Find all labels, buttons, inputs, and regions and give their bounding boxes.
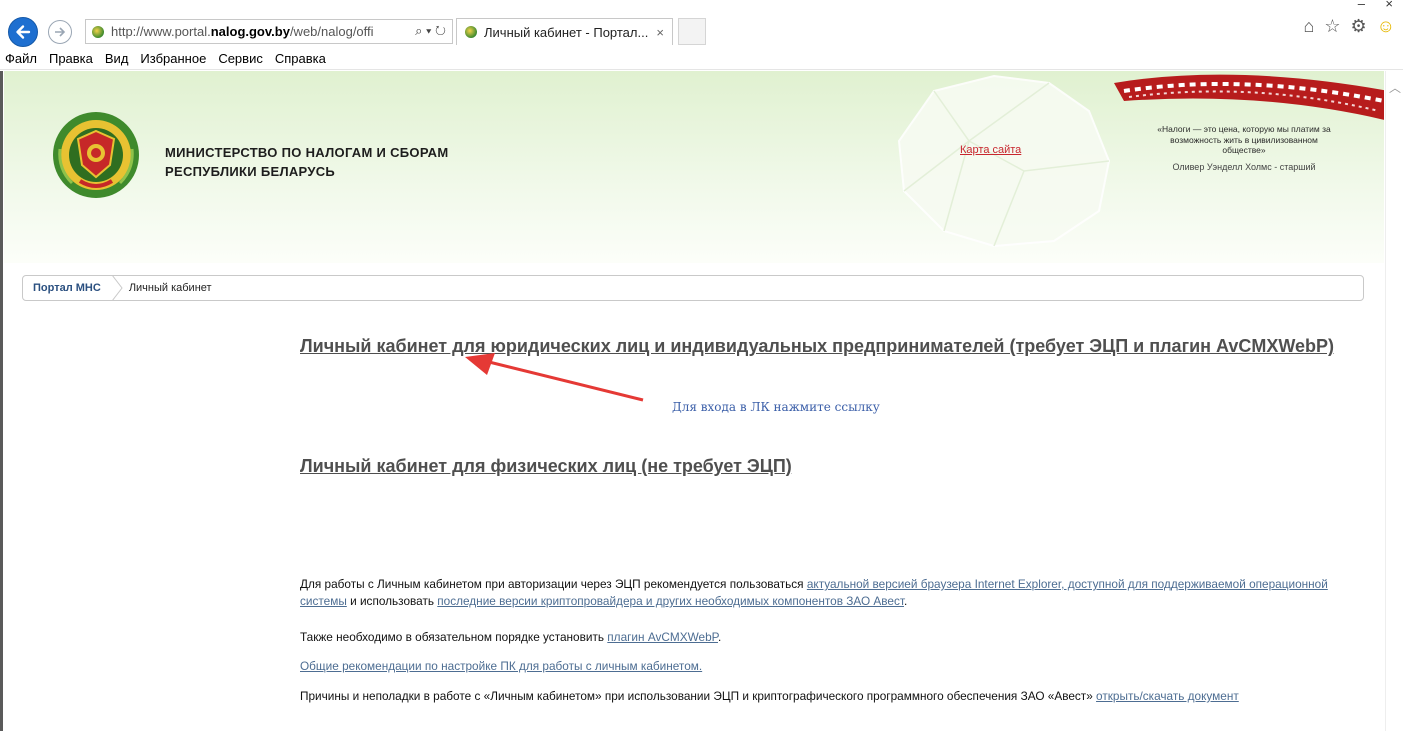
menu-view[interactable]: Вид bbox=[105, 51, 129, 66]
sitemap-link[interactable]: Карта сайта bbox=[960, 144, 1021, 156]
tab-favicon bbox=[465, 26, 477, 38]
info-paragraph-troubleshooting: Причины и неполадки в работе с «Личным к… bbox=[300, 688, 1370, 705]
menu-help[interactable]: Справка bbox=[275, 51, 326, 66]
arrow-right-icon bbox=[55, 27, 66, 37]
site-favicon bbox=[92, 25, 104, 38]
individual-cabinet-link[interactable]: Личный кабинет для физических лиц (не тр… bbox=[300, 453, 792, 479]
menu-bar: Файл Правка Вид Избранное Сервис Справка bbox=[0, 48, 1403, 70]
menu-favorites[interactable]: Избранное bbox=[140, 51, 206, 66]
site-header: МИНИСТЕРСТВО ПО НАЛОГАМ И СБОРАМ РЕСПУБЛ… bbox=[4, 71, 1384, 263]
home-icon[interactable]: ⌂ bbox=[1303, 16, 1314, 37]
login-hint-text: Для входа в ЛК нажмите ссылку bbox=[672, 400, 880, 414]
info4-text-a: Причины и неполадки в работе с «Личным к… bbox=[300, 689, 1097, 703]
belarus-map-graphic bbox=[897, 74, 1111, 248]
red-pointer-arrow bbox=[465, 353, 644, 402]
address-url: http://www.portal.nalog.gov.by/web/nalog… bbox=[111, 24, 374, 39]
address-bar-icons[interactable]: ⌕ ▾ ↻ bbox=[412, 23, 446, 39]
info1-text-c: . bbox=[904, 594, 908, 608]
browser-toolbar-icons: ⌂ ☆ ⚙ ☺ bbox=[1303, 16, 1395, 37]
ministry-title-line1: МИНИСТЕРСТВО ПО НАЛОГАМ И СБОРАМ bbox=[165, 145, 449, 160]
info2-text-a: Также необходимо в обязательном порядке … bbox=[300, 630, 608, 644]
minimize-icon[interactable]: – bbox=[1358, 0, 1365, 11]
breadcrumb-current: Личный кабинет bbox=[128, 282, 212, 294]
header-quote-author: Оливер Уэнделл Холмс - старший bbox=[1172, 162, 1316, 172]
menu-file[interactable]: Файл bbox=[5, 51, 37, 66]
settings-gear-icon[interactable]: ⚙ bbox=[1350, 16, 1366, 37]
close-window-icon[interactable]: × bbox=[1385, 0, 1393, 11]
window-edge bbox=[0, 71, 3, 731]
pc-setup-recommendations-link[interactable]: Общие рекомендации по настройке ПК для р… bbox=[300, 659, 702, 673]
breadcrumb-separator-icon bbox=[111, 275, 123, 301]
header-quote: «Налоги — это цена, которую мы платим за… bbox=[1157, 124, 1331, 155]
back-button[interactable] bbox=[8, 17, 38, 47]
info1-text-b: и использовать bbox=[346, 594, 438, 608]
browser-chrome: http://www.portal.nalog.gov.by/web/nalog… bbox=[0, 0, 1403, 48]
info-paragraph-plugin: Также необходимо в обязательном порядке … bbox=[300, 629, 1370, 646]
menu-tools[interactable]: Сервис bbox=[218, 51, 263, 66]
vertical-scrollbar[interactable]: ︿ bbox=[1385, 71, 1403, 731]
menu-edit[interactable]: Правка bbox=[49, 51, 93, 66]
breadcrumb-home-link[interactable]: Портал МНС bbox=[23, 276, 111, 300]
tab-close-icon[interactable]: × bbox=[656, 25, 664, 40]
info-paragraph-browser: Для работы с Личным кабинетом при автори… bbox=[300, 576, 1370, 610]
info1-text-a: Для работы с Личным кабинетом при автори… bbox=[300, 577, 807, 591]
breadcrumb: Портал МНС Личный кабинет bbox=[22, 275, 1364, 301]
arrow-left-icon bbox=[16, 25, 31, 39]
crypto-provider-link[interactable]: последние версии криптопровайдера и друг… bbox=[437, 594, 904, 608]
new-tab-button[interactable] bbox=[678, 18, 706, 45]
page-viewport: МИНИСТЕРСТВО ПО НАЛОГАМ И СБОРАМ РЕСПУБЛ… bbox=[0, 71, 1403, 731]
plugin-link[interactable]: плагин AvCMXWebP bbox=[607, 630, 718, 644]
ministry-title: МИНИСТЕРСТВО ПО НАЛОГАМ И СБОРАМ РЕСПУБЛ… bbox=[165, 143, 448, 181]
forward-button[interactable] bbox=[48, 20, 72, 44]
info-paragraph-recommendations: Общие рекомендации по настройке ПК для р… bbox=[300, 658, 1370, 675]
ministry-title-line2: РЕСПУБЛИКИ БЕЛАРУСЬ bbox=[165, 164, 336, 179]
feedback-smiley-icon[interactable]: ☺ bbox=[1377, 16, 1395, 37]
scroll-up-icon[interactable]: ︿ bbox=[1389, 79, 1401, 96]
favorites-star-icon[interactable]: ☆ bbox=[1324, 16, 1340, 37]
troubleshooting-document-link[interactable]: открыть/скачать документ bbox=[1096, 689, 1239, 703]
ornament-ribbon-graphic bbox=[1114, 74, 1384, 120]
ministry-emblem-icon bbox=[53, 112, 139, 198]
info2-text-b: . bbox=[717, 630, 722, 644]
tab-title: Личный кабинет - Портал... bbox=[484, 24, 649, 40]
browser-tab[interactable]: Личный кабинет - Портал... × bbox=[456, 18, 673, 45]
address-bar[interactable]: http://www.portal.nalog.gov.by/web/nalog… bbox=[85, 19, 453, 44]
